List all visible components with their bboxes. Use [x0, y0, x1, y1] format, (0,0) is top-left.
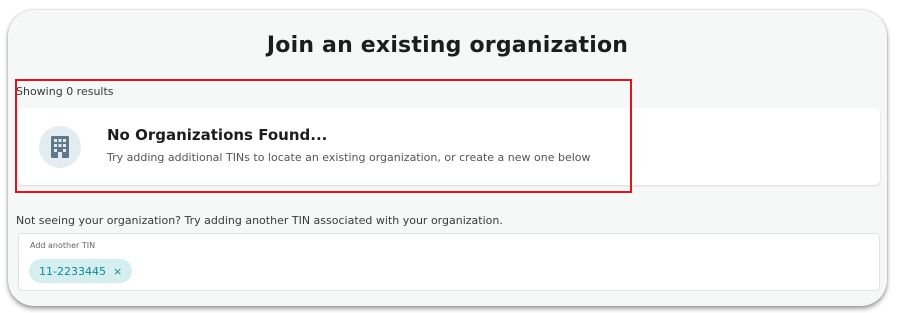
- building-icon: [39, 126, 81, 168]
- tin-chip-value: 11-2233445: [39, 264, 106, 278]
- empty-results-card: No Organizations Found... Try adding add…: [18, 108, 880, 185]
- tin-chip[interactable]: 11-2233445 ×: [29, 259, 133, 283]
- empty-results-description: Try adding additional TINs to locate an …: [107, 151, 591, 164]
- tin-hint-text: Not seeing your organization? Try adding…: [16, 214, 503, 227]
- results-count: Showing 0 results: [16, 85, 114, 98]
- close-icon[interactable]: ×: [113, 265, 122, 278]
- page-title: Join an existing organization: [266, 33, 629, 58]
- organization-panel: Join an existing organization Showing 0 …: [8, 10, 887, 306]
- add-tin-field[interactable]: Add another TIN 11-2233445 ×: [18, 233, 880, 291]
- add-tin-label: Add another TIN: [30, 241, 96, 250]
- empty-results-title: No Organizations Found...: [107, 126, 328, 144]
